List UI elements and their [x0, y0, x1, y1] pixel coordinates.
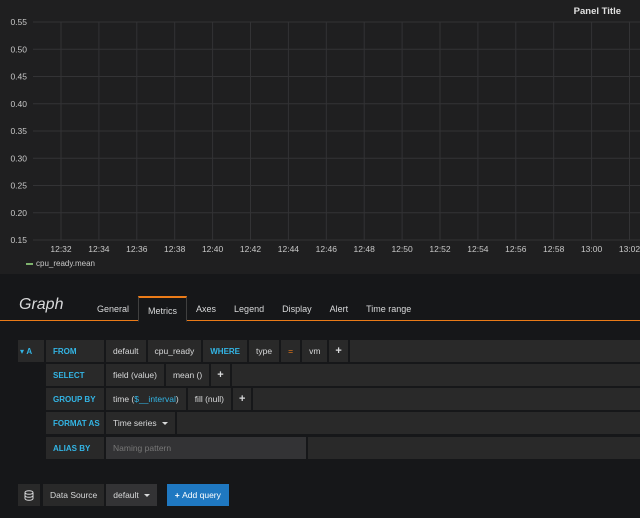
chevron-down-icon	[143, 494, 150, 498]
data-source-label: Data Source	[43, 484, 105, 506]
row-filler	[231, 364, 640, 386]
time-interval-value: $__interval	[134, 394, 176, 404]
y-tick-label: 0.50	[10, 44, 27, 54]
tag-operator-select[interactable]: =	[281, 340, 301, 362]
x-tick-label: 12:46	[316, 244, 338, 254]
x-tick-label: 12:36	[126, 244, 148, 254]
measurement-select[interactable]: cpu_ready	[147, 340, 202, 362]
tag-value-select[interactable]: vm	[302, 340, 328, 362]
y-tick-label: 0.25	[10, 181, 27, 191]
database-icon	[18, 484, 40, 506]
y-tick-label: 0.40	[10, 99, 27, 109]
legend-swatch	[26, 262, 33, 265]
tab-display[interactable]: Display	[273, 297, 321, 321]
where-label: WHERE	[203, 340, 248, 362]
y-tick-label: 0.20	[10, 208, 27, 218]
graph-panel: 0.55 0.50 0.45 0.40 0.35 0.30 0.25 0.20 0.15 12:3…	[0, 0, 640, 274]
x-tick-label: 12:34	[88, 244, 110, 254]
add-where-button[interactable]: +	[329, 340, 348, 362]
add-select-button[interactable]: +	[211, 364, 230, 386]
query-row-group-by: GROUP BY time ($__interval) fill (null) …	[18, 388, 640, 410]
add-group-by-button[interactable]: +	[232, 388, 252, 410]
y-tick-label: 0.45	[10, 72, 27, 82]
x-tick-label: 12:54	[467, 244, 489, 254]
tab-legend[interactable]: Legend	[225, 297, 273, 321]
x-tick-label: 12:52	[429, 244, 451, 254]
x-tick-label: 13:00	[581, 244, 603, 254]
field-select[interactable]: field (value)	[106, 364, 164, 386]
row-filler	[349, 340, 640, 362]
group-by-time[interactable]: time ($__interval)	[106, 388, 186, 410]
alias-by-label: ALIAS BY	[46, 437, 104, 459]
row-filler	[176, 412, 640, 434]
collapse-caret-icon[interactable]: ▾	[20, 347, 24, 356]
tab-divider	[0, 320, 640, 321]
x-tick-label: 12:38	[164, 244, 186, 254]
query-ref-id: A	[26, 347, 33, 356]
x-tick-label: 12:58	[543, 244, 565, 254]
legend-item[interactable]: cpu_ready.mean	[26, 259, 95, 268]
x-tick-label: 12:42	[240, 244, 262, 254]
select-label: SELECT	[46, 364, 104, 386]
group-by-label: GROUP BY	[46, 388, 104, 410]
tab-axes[interactable]: Axes	[187, 297, 225, 321]
y-tick-label: 0.15	[10, 235, 27, 245]
plus-icon: +	[174, 490, 180, 500]
y-tick-label: 0.35	[10, 126, 27, 136]
data-source-select[interactable]: default	[106, 484, 157, 506]
y-tick-label: 0.30	[10, 153, 27, 163]
y-tick-label: 0.55	[10, 17, 27, 27]
query-row-from: ▾ A FROM default cpu_ready WHERE type = …	[18, 340, 640, 362]
query-row-alias-by: ALIAS BY Naming pattern	[18, 437, 640, 459]
from-label: FROM	[46, 340, 104, 362]
fill-select[interactable]: fill (null)	[187, 388, 231, 410]
x-tick-label: 13:02	[619, 244, 640, 254]
panel-title[interactable]: Panel Title	[574, 6, 621, 17]
chart-area: 0.55 0.50 0.45 0.40 0.35 0.30 0.25 0.20 0.15 12:3…	[10, 17, 640, 254]
editor-title: Graph	[19, 296, 64, 313]
alias-input[interactable]: Naming pattern	[106, 437, 306, 459]
x-tick-label: 12:40	[202, 244, 224, 254]
x-tick-label: 12:56	[505, 244, 527, 254]
aggregation-function[interactable]: mean ()	[165, 364, 210, 386]
x-tick-label: 12:32	[50, 244, 72, 254]
x-tick-label: 12:48	[354, 244, 376, 254]
format-as-select[interactable]: Time series	[106, 412, 175, 434]
chevron-down-icon	[161, 422, 168, 426]
x-tick-label: 12:44	[278, 244, 300, 254]
row-filler	[253, 388, 640, 410]
tab-general[interactable]: General	[88, 297, 138, 321]
legend-label[interactable]: cpu_ready.mean	[36, 259, 95, 268]
row-filler	[308, 437, 640, 459]
add-query-button[interactable]: + Add query	[166, 484, 229, 506]
tag-key-select[interactable]: type	[249, 340, 280, 362]
tab-metrics[interactable]: Metrics	[138, 296, 188, 322]
tab-alert[interactable]: Alert	[321, 297, 358, 321]
editor-tabs: General Metrics Axes Legend Display Aler…	[88, 296, 420, 322]
query-row-format-as: FORMAT AS Time series	[18, 412, 640, 434]
query-row-select: SELECT field (value) mean () +	[18, 364, 640, 386]
tab-time-range[interactable]: Time range	[357, 297, 420, 321]
query-ref-toggle[interactable]: ▾ A	[18, 340, 44, 362]
retention-policy-select[interactable]: default	[106, 340, 146, 362]
format-as-label: FORMAT AS	[46, 412, 104, 434]
query-toolbar: Data Source default + Add query	[18, 484, 229, 506]
x-tick-label: 12:50	[391, 244, 413, 254]
